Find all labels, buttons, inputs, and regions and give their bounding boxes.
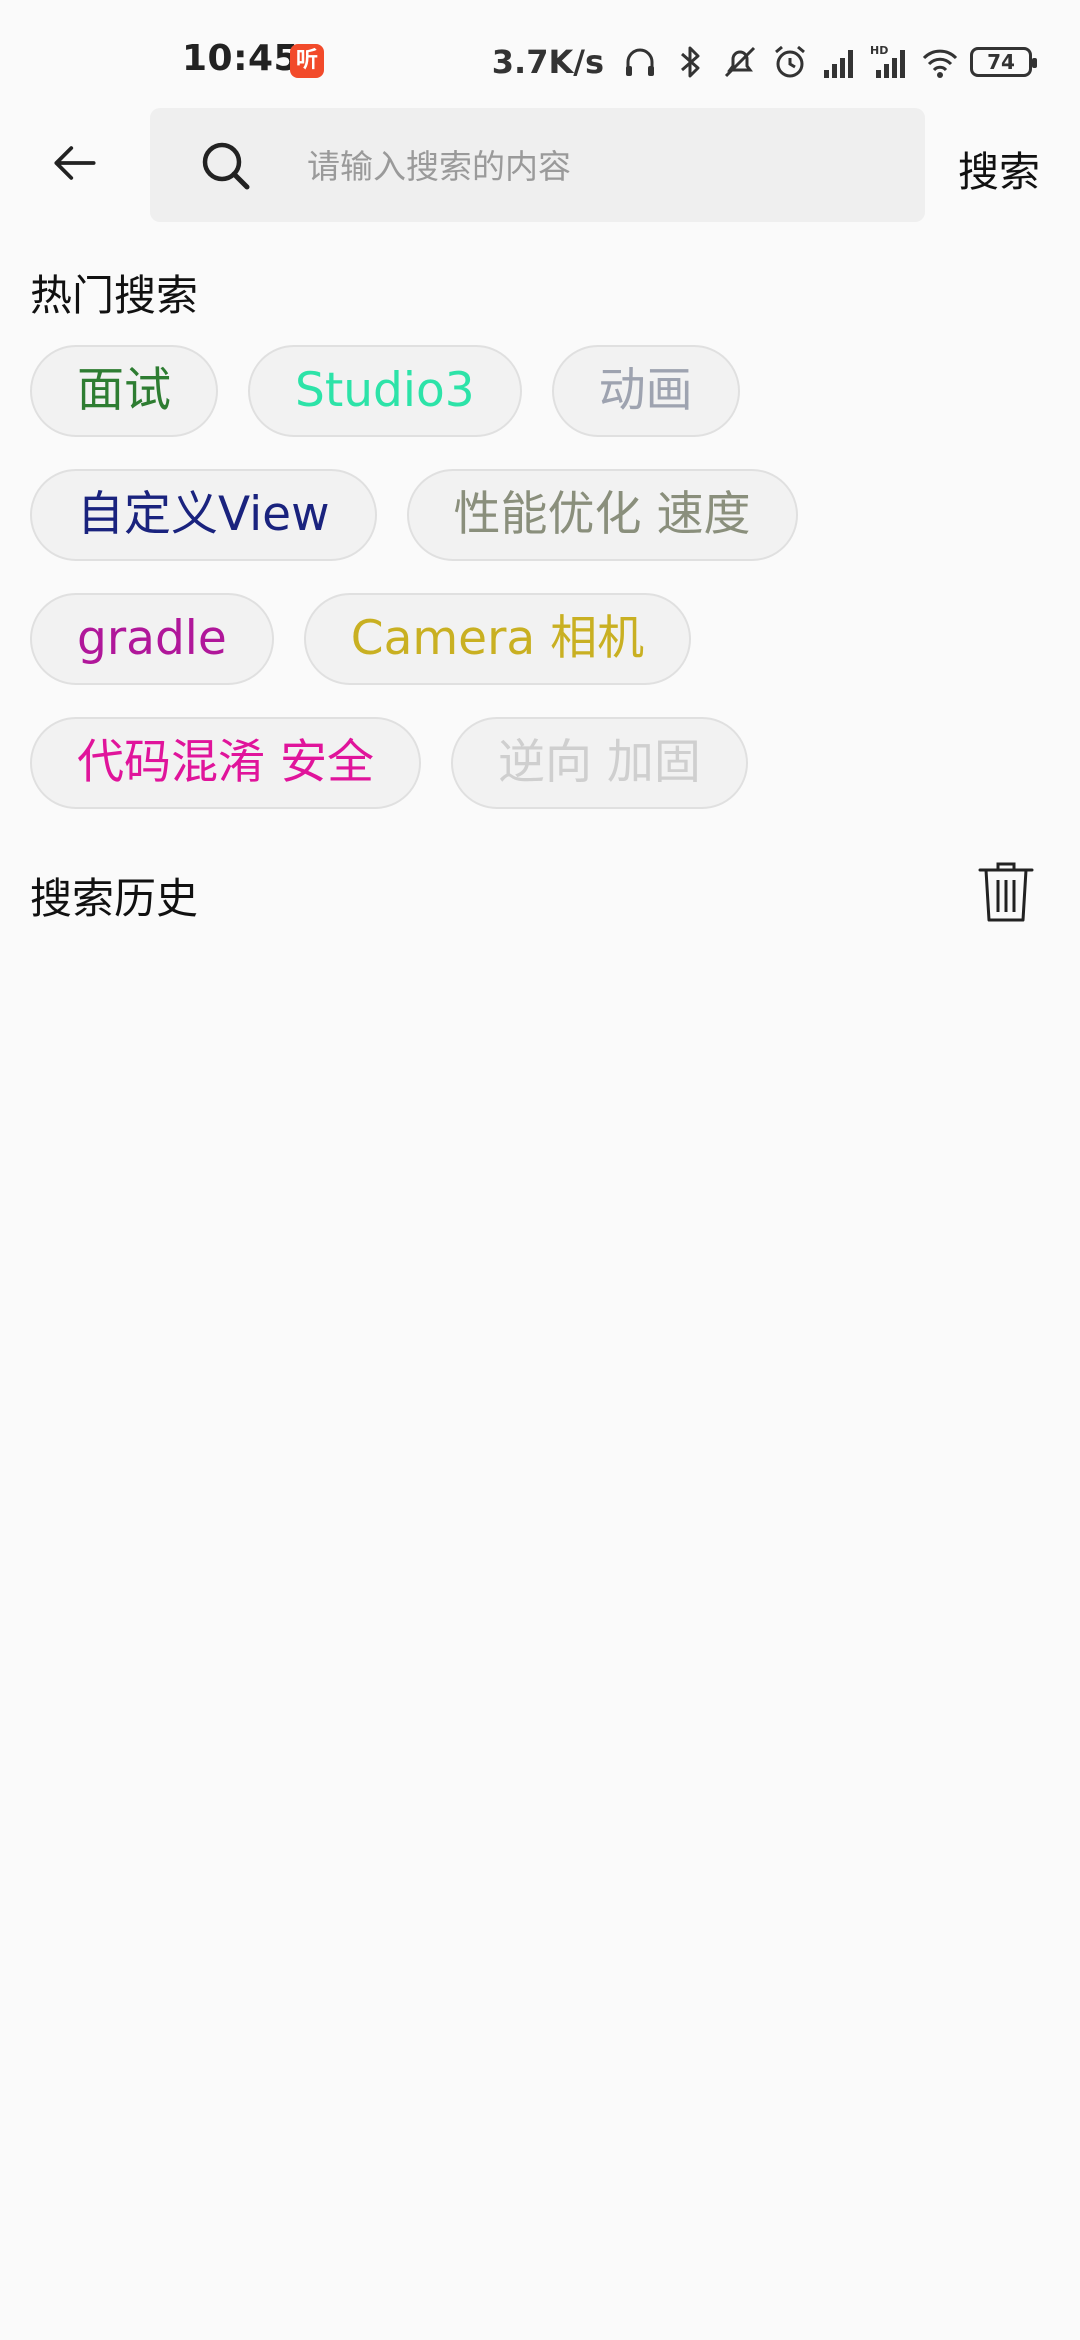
hot-tag[interactable]: 面试 [30,345,218,437]
search-input[interactable] [305,138,889,194]
hot-tag[interactable]: 代码混淆 安全 [30,717,421,809]
hot-tag[interactable]: 动画 [551,345,740,437]
headphones-icon [620,42,660,82]
status-icons: 3.7K/s HD 74 [491,40,1037,84]
back-button[interactable] [40,128,110,198]
search-icon [202,142,250,190]
hot-tag[interactable]: 逆向 加固 [450,717,748,809]
tag-row: 自定义View 性能优化 速度 [30,469,1050,561]
trash-icon [978,862,1034,922]
hd-signal-icon: HD [870,42,910,82]
network-speed: 3.7K/s [491,43,604,81]
mute-icon [720,42,760,82]
hot-tag[interactable]: Studio3 [248,345,522,437]
bluetooth-icon [670,42,710,82]
signal-icon [820,42,860,82]
search-history-title: 搜索历史 [30,874,199,923]
clear-history-button[interactable] [976,860,1036,924]
hot-tag[interactable]: Camera 相机 [303,593,692,685]
hot-tag[interactable]: 自定义View [30,469,377,561]
alarm-icon [770,42,810,82]
app-notification-badge: 听 [290,44,324,78]
hot-tag[interactable]: gradle [30,593,274,685]
search-header: 搜索 [0,100,1080,230]
battery-icon: 74 [970,47,1037,77]
tag-row: 代码混淆 安全 逆向 加固 [30,717,1050,809]
wifi-icon [920,42,960,82]
tag-row: gradle Camera 相机 [30,593,1050,685]
status-time: 10:45 [182,38,300,79]
search-button[interactable]: 搜索 [958,138,1040,198]
hot-tag[interactable]: 性能优化 速度 [406,469,798,561]
svg-text:HD: HD [870,44,888,57]
search-box[interactable] [150,108,925,222]
hot-search-title: 热门搜索 [30,271,199,320]
tag-row: 面试 Studio3 动画 [30,345,1050,437]
hot-search-tags: 面试 Studio3 动画 自定义View 性能优化 速度 gradle Cam… [30,345,1050,841]
back-arrow-icon [54,146,96,180]
